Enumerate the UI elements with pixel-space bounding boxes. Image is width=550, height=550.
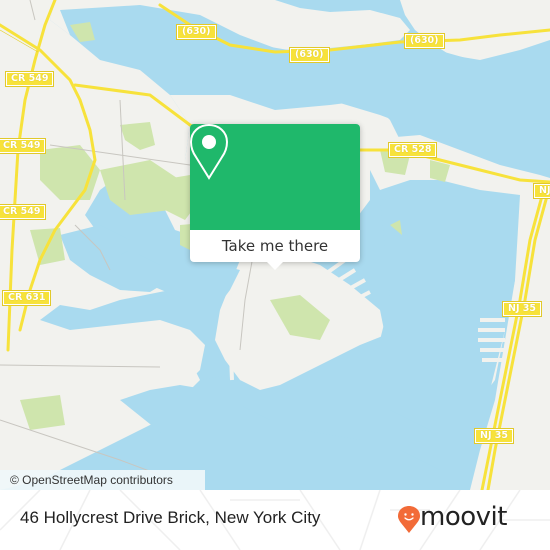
road-shield-630: (630) [176, 24, 217, 40]
road-shield-nj35: NJ [533, 183, 550, 199]
map-pin-icon [190, 124, 228, 180]
moovit-logo[interactable]: moovit [398, 500, 538, 540]
road-shield-nj35: NJ 35 [473, 428, 515, 444]
road-shield-cr549: CR 549 [4, 71, 55, 87]
location-popup: Take me there [190, 124, 360, 270]
take-me-there-button[interactable]: Take me there [190, 230, 360, 262]
popup-tail [267, 262, 283, 270]
road-shield-cr631: CR 631 [1, 290, 52, 306]
road-shield-nj35: NJ 35 [501, 301, 543, 317]
road-shield-630: (630) [289, 47, 330, 63]
road-shield-cr528: CR 528 [387, 142, 438, 158]
road-shield-cr549: CR 549 [0, 204, 47, 220]
road-shield-cr549: CR 549 [0, 138, 47, 154]
road-shield-630: (630) [404, 33, 445, 49]
popup-header [190, 124, 360, 230]
water-central-bay [370, 195, 515, 430]
footer-bar: 46 Hollycrest Drive Brick, New York City… [0, 490, 550, 550]
address-text: 46 Hollycrest Drive Brick, New York City [20, 508, 321, 527]
moovit-wordmark: moovit [420, 502, 507, 532]
moovit-pin-icon [398, 506, 420, 533]
map-attribution[interactable]: © OpenStreetMap contributors [0, 470, 205, 490]
map-view[interactable]: (630) (630) (630) CR 549 CR 549 CR 549 C… [0, 0, 550, 490]
